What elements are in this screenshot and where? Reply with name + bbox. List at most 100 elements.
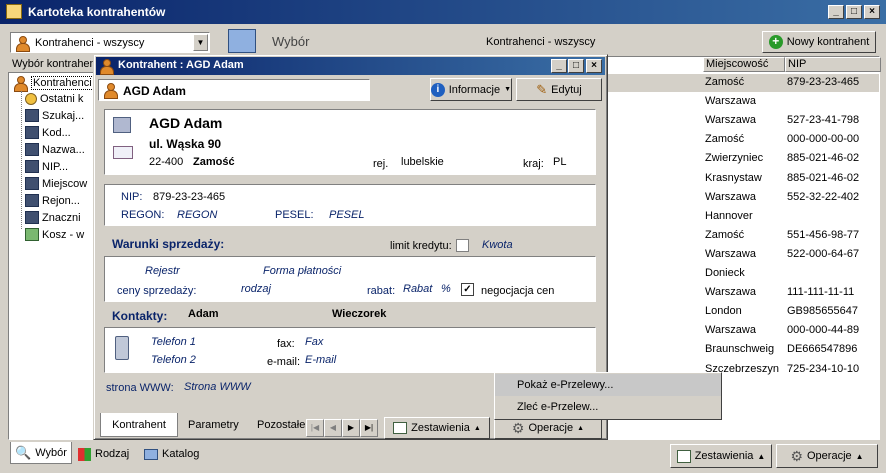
tab-rodzaj[interactable]: Rodzaj: [78, 446, 129, 462]
envelope-icon: [113, 146, 133, 159]
row-nip: 527-23-41-798: [787, 114, 860, 127]
row-city: Warszawa: [705, 190, 756, 203]
address-street: ul. Wąska 90: [149, 137, 222, 151]
credit-limit-value: Kwota: [482, 239, 513, 251]
tree-header-label: Wybór kontrahen: [12, 58, 96, 70]
tab-wybor[interactable]: 🔍 Wybór: [10, 442, 72, 464]
discount-label: rabat:: [367, 285, 396, 297]
regon-label: REGON:: [121, 209, 165, 221]
folder-icon: [25, 177, 39, 190]
next-record-button[interactable]: ▶: [342, 419, 360, 437]
row-city: Warszawa: [705, 114, 756, 127]
folder-icon: [25, 194, 39, 207]
add-icon: +: [768, 35, 783, 49]
dialog-operacje-button[interactable]: ⚙ Operacje ▲: [494, 417, 602, 439]
first-record-button[interactable]: |◀: [306, 419, 324, 437]
address-box: AGD Adam ul. Wąska 90 22-400 Zamość rej.…: [104, 109, 596, 175]
country-value: PL: [553, 156, 567, 168]
tab-parametry[interactable]: Parametry: [188, 419, 239, 431]
regon-value: REGON: [177, 209, 218, 221]
address-name: AGD Adam: [149, 115, 223, 131]
maximize-button[interactable]: □: [846, 5, 862, 19]
negotiation-checkbox[interactable]: ✓: [461, 283, 474, 296]
company-icon: [113, 117, 131, 133]
menu-item-order-eprzelew[interactable]: Zleć e-Przelew...: [495, 396, 721, 418]
contact-first-name: Adam: [188, 308, 219, 320]
tree-item-recent[interactable]: Ostatni k: [25, 93, 83, 105]
dialog-minimize-button[interactable]: _: [551, 59, 567, 73]
row-nip: DE666547896: [787, 343, 858, 356]
tree-item-region[interactable]: Rejon...: [25, 194, 80, 207]
gear-icon: ⚙: [511, 419, 525, 436]
new-contractor-button[interactable]: + Nowy kontrahent: [762, 31, 876, 53]
grid-icon: [228, 29, 256, 53]
contacts-box: Telefon 1 Telefon 2 fax: Fax e-mail: E-m…: [104, 327, 596, 373]
last-record-button[interactable]: ▶|: [360, 419, 378, 437]
edytuj-button[interactable]: ✎ Edytuj: [516, 78, 602, 101]
menu-item-show-eprzelewy[interactable]: Pokaż e-Przelewy...: [495, 374, 721, 396]
minimize-button[interactable]: _: [828, 5, 844, 19]
dialog-zestawienia-button[interactable]: Zestawienia ▲: [384, 417, 490, 439]
tree-item-city[interactable]: Miejscow: [25, 177, 87, 190]
tree-view[interactable]: Kontrahenci Ostatni k Szukaj... Kod... N…: [8, 72, 96, 440]
magnifier-icon: 🔍: [15, 444, 32, 460]
row-city: Warszawa: [705, 324, 756, 337]
column-header-city[interactable]: Miejscowość: [703, 57, 785, 72]
main-zestawienia-button[interactable]: Zestawienia ▲: [670, 444, 772, 468]
app-titlebar: Kartoteka kontrahentów _ □ ×: [0, 0, 886, 24]
info-icon: i: [431, 82, 445, 97]
payment-value: Forma płatności: [263, 265, 342, 277]
contractors-root-icon: [13, 76, 28, 92]
prices-label: ceny sprzedaży:: [117, 285, 197, 297]
row-city: Zamość: [705, 76, 745, 88]
tree-item-name[interactable]: Nazwa...: [25, 143, 85, 156]
tree-root-label[interactable]: Kontrahenci: [31, 76, 94, 90]
tree-item-code[interactable]: Kod...: [25, 126, 71, 139]
contacts-heading: Kontakty:: [112, 309, 168, 323]
filter-combo[interactable]: Kontrahenci - wszyscy ▼: [10, 32, 210, 53]
folder-icon: [25, 211, 39, 224]
close-button[interactable]: ×: [864, 5, 880, 19]
folder-icon: [25, 126, 39, 139]
prev-record-button[interactable]: ◀: [324, 419, 342, 437]
credit-limit-checkbox[interactable]: [456, 239, 469, 252]
chevron-down-icon[interactable]: ▼: [193, 34, 208, 51]
tab-kontrahent[interactable]: Kontrahent: [100, 413, 178, 437]
contractor-name-field[interactable]: AGD Adam: [98, 79, 370, 101]
tab-pozostale[interactable]: Pozostałe: [257, 419, 305, 431]
tree-item-nip[interactable]: NIP...: [25, 160, 68, 173]
tab-katalog[interactable]: Katalog: [144, 446, 199, 462]
dialog-maximize-button[interactable]: □: [568, 59, 584, 73]
tree-item-marker[interactable]: Znaczni: [25, 211, 81, 224]
discount-value: Rabat: [403, 283, 433, 295]
phone-icon: [115, 336, 129, 360]
recycle-bin-icon: [25, 228, 39, 241]
nip-label: NIP:: [121, 191, 143, 203]
informacje-button[interactable]: i Informacje ▼: [430, 78, 512, 101]
chevron-up-icon: ▲: [757, 451, 766, 461]
country-label: kraj:: [523, 158, 544, 170]
report-icon: [393, 422, 408, 434]
row-city: Krasnystaw: [705, 171, 762, 184]
tree-header: Wybór kontrahen: [10, 56, 100, 72]
app-icon: [6, 4, 22, 19]
tree-item-trash[interactable]: Kosz - w: [25, 228, 84, 241]
dialog-close-button[interactable]: ×: [586, 59, 602, 73]
main-operacje-button[interactable]: ⚙ Operacje ▲: [776, 444, 878, 468]
folder-icon: [25, 160, 39, 173]
row-city: Zamość: [705, 133, 745, 146]
row-nip: 725-234-10-10: [787, 362, 860, 375]
pesel-label: PESEL:: [275, 209, 314, 221]
column-header-nip[interactable]: NIP: [785, 57, 881, 72]
tree-item-search[interactable]: Szukaj...: [25, 109, 84, 122]
address-city: Zamość: [193, 156, 235, 168]
region-label: rej.: [373, 158, 389, 170]
contractor-icon: [15, 36, 30, 52]
row-nip: 000-000-00-00: [787, 133, 860, 146]
sales-heading: Warunki sprzedaży:: [112, 237, 225, 251]
row-city: London: [705, 305, 742, 318]
row-nip: 000-000-44-89: [787, 324, 860, 337]
chevron-down-icon: ▼: [504, 86, 511, 93]
credit-limit-label: limit kredytu:: [390, 240, 452, 252]
chevron-up-icon: ▲: [473, 424, 481, 432]
